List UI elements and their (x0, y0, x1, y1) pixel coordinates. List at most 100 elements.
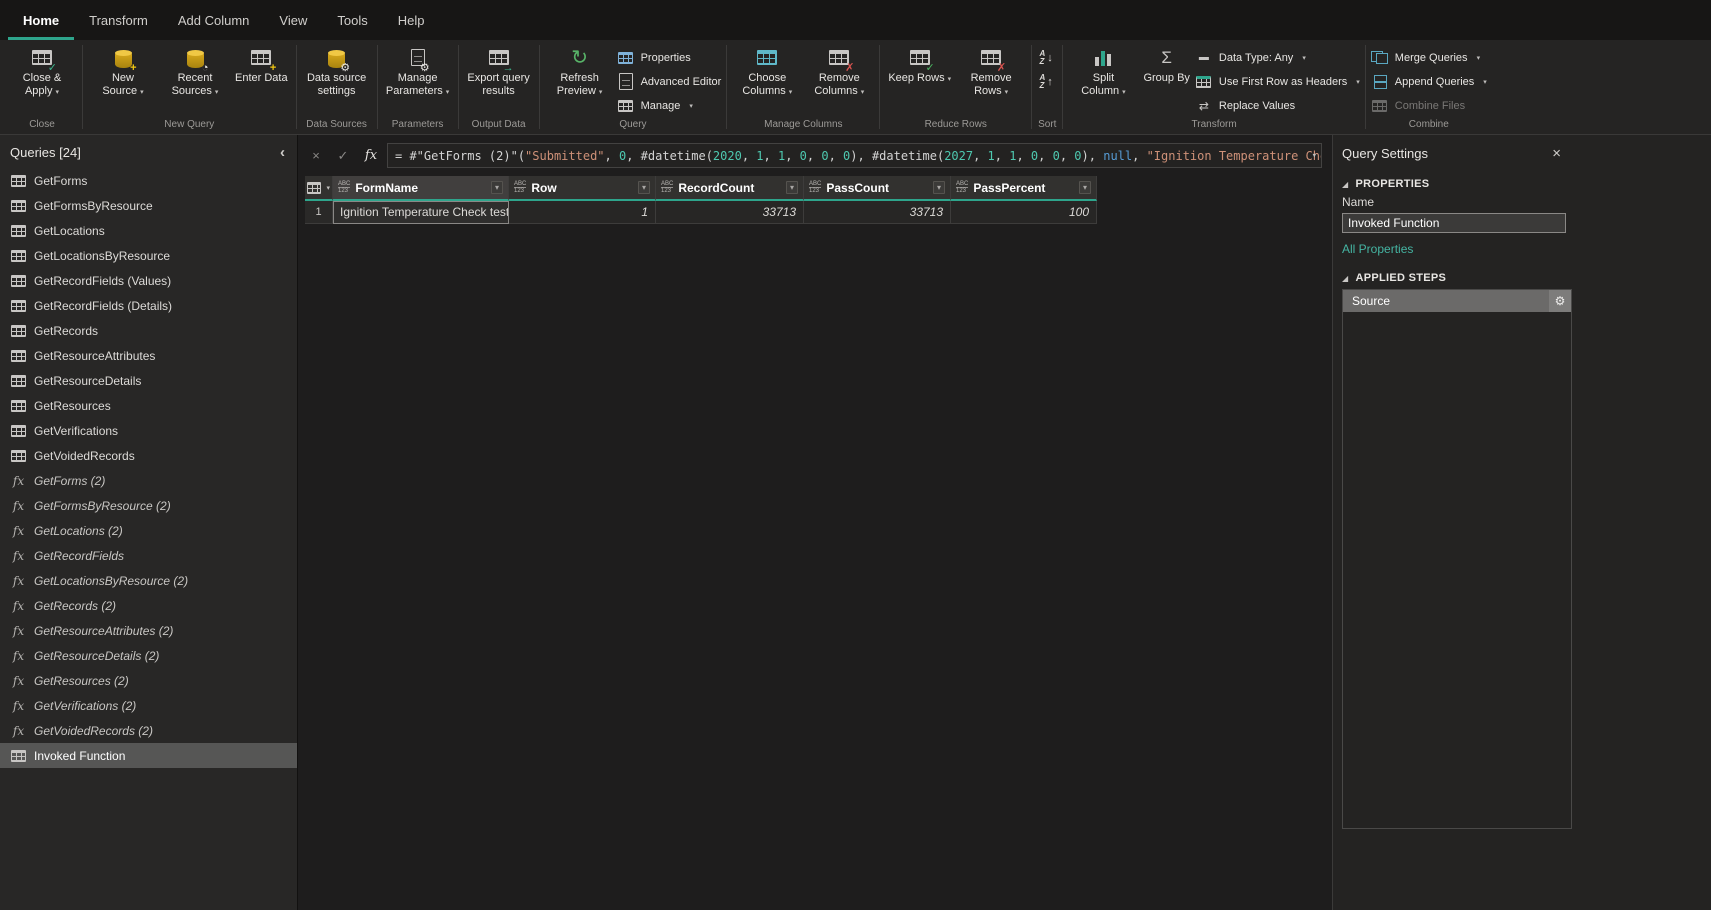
query-item-getresourcedetails[interactable]: GetResourceDetails (0, 368, 297, 393)
menu-tab-tools[interactable]: Tools (322, 0, 382, 40)
query-item-getforms[interactable]: GetForms (0, 168, 297, 193)
menu-tab-view[interactable]: View (264, 0, 322, 40)
column-filter-icon[interactable]: ▾ (785, 181, 798, 194)
column-header-passcount[interactable]: ABC 123 PassCount ▾ (804, 176, 951, 201)
queries-pane-header: Queries [24] ‹ (0, 135, 297, 168)
query-item-getformsbyresource[interactable]: GetFormsByResource (0, 193, 297, 218)
query-item-invoked-function[interactable]: Invoked Function (0, 743, 297, 768)
query-item-getresourceattributes[interactable]: GetResourceAttributes (0, 343, 297, 368)
query-name: GetFormsByResource (2) (34, 498, 171, 513)
fx-icon: fx (12, 523, 25, 538)
step-settings-gear-icon[interactable]: ⚙ (1549, 290, 1571, 312)
query-item-getverifications[interactable]: GetVerifications (0, 418, 297, 443)
refresh-preview-button[interactable]: ↻ Refresh Preview ▾ (545, 43, 615, 101)
cell-passcount[interactable]: 33713 (804, 201, 951, 224)
column-header-recordcount[interactable]: ABC 123 RecordCount ▾ (656, 176, 804, 201)
query-item-getforms-2[interactable]: fx GetForms (2) (0, 468, 297, 493)
query-item-getverifications-2[interactable]: fx GetVerifications (2) (0, 693, 297, 718)
formula-cancel-button[interactable]: × (304, 145, 328, 167)
query-name: GetVoidedRecords (34, 448, 135, 463)
manage-parameters-icon: ⚙ (410, 45, 430, 74)
export-query-results-button[interactable]: → Export query results (464, 43, 534, 100)
button-label: Properties (640, 51, 691, 64)
query-item-getrecordfields-values[interactable]: GetRecordFields (Values) (0, 268, 297, 293)
query-item-getrecordfields[interactable]: fx GetRecordFields (0, 543, 297, 568)
menu-tab-home[interactable]: Home (8, 0, 74, 40)
query-item-getresources-2[interactable]: fx GetResources (2) (0, 668, 297, 693)
column-header-passpercent[interactable]: ABC 123 PassPercent ▾ (951, 176, 1097, 201)
query-item-getvoidedrecords[interactable]: GetVoidedRecords (0, 443, 297, 468)
query-item-getrecords-2[interactable]: fx GetRecords (2) (0, 593, 297, 618)
split-column-button[interactable]: Split Column ▾ (1068, 43, 1138, 101)
menu-tab-transform[interactable]: Transform (74, 0, 163, 40)
query-item-getvoidedrecords-2[interactable]: fx GetVoidedRecords (2) (0, 718, 297, 743)
column-header-formname[interactable]: ABC 123 FormName ▾ (333, 176, 509, 201)
column-filter-icon[interactable]: ▾ (932, 181, 945, 194)
applied-step-source[interactable]: Source ⚙ (1343, 290, 1571, 312)
remove-rows-button[interactable]: ✗ Remove Rows ▾ (956, 43, 1026, 101)
enter-data-button[interactable]: + Enter Data (232, 43, 291, 87)
new-source-button[interactable]: + New Source ▾ (88, 43, 158, 101)
close-apply-button[interactable]: ✓ Close & Apply ▾ (7, 43, 77, 101)
datatype-any-icon: ABC 123 (661, 181, 674, 194)
recent-sources-button[interactable]: ◔ Recent Sources ▾ (160, 43, 230, 101)
query-name: GetResourceAttributes (34, 348, 156, 363)
ribbon-group-caption: Reduce Rows (924, 119, 987, 130)
query-item-getresources[interactable]: GetResources (0, 393, 297, 418)
manage-parameters-button[interactable]: ⚙ Manage Parameters ▾ (383, 43, 453, 101)
cell-row[interactable]: 1 (509, 201, 656, 224)
data-type-any-button[interactable]: ▬ Data Type: Any ▾ (1195, 48, 1360, 67)
remove-columns-button[interactable]: ✗ Remove Columns ▾ (804, 43, 874, 101)
sort-descending-button[interactable]: A Z ↑ (1037, 72, 1055, 91)
row-number[interactable]: 1 (305, 201, 333, 224)
grid-corner-cell[interactable]: ▾ (305, 176, 333, 201)
data-source-settings-button[interactable]: ⚙ Data source settings (302, 43, 372, 100)
query-item-getrecords[interactable]: GetRecords (0, 318, 297, 343)
query-item-getlocationsbyresource-2[interactable]: fx GetLocationsByResource (2) (0, 568, 297, 593)
dropdown-chevron-icon: ▾ (947, 76, 952, 83)
close-settings-icon[interactable]: × (1549, 145, 1564, 162)
column-filter-icon[interactable]: ▾ (637, 181, 650, 194)
menu-tab-add-column[interactable]: Add Column (163, 0, 265, 40)
query-item-getlocations[interactable]: GetLocations (0, 218, 297, 243)
column-header-row[interactable]: ABC 123 Row ▾ (509, 176, 656, 201)
table-icon (11, 349, 26, 362)
dropdown-chevron-icon: ▾ (1356, 78, 1360, 86)
menu-tab-help[interactable]: Help (383, 0, 440, 40)
query-item-getrecordfields-details[interactable]: GetRecordFields (Details) (0, 293, 297, 318)
sort-ascending-button[interactable]: A Z ↓ (1037, 48, 1055, 67)
button-label: Use First Row as Headers (1218, 75, 1348, 88)
column-filter-icon[interactable]: ▾ (1078, 181, 1091, 194)
choose-columns-button[interactable]: Choose Columns ▾ (732, 43, 802, 101)
keep-rows-button[interactable]: ✓ Keep Rows ▾ (885, 43, 954, 88)
append-queries-button[interactable]: Append Queries ▾ (1371, 72, 1487, 91)
query-item-getlocations-2[interactable]: fx GetLocations (2) (0, 518, 297, 543)
use-first-row-as-headers-button[interactable]: Use First Row as Headers ▾ (1195, 72, 1360, 91)
advanced-editor-button[interactable]: Advanced Editor (617, 72, 721, 91)
query-item-getlocationsbyresource[interactable]: GetLocationsByResource (0, 243, 297, 268)
query-name-input[interactable] (1342, 213, 1566, 233)
query-item-getresourcedetails-2[interactable]: fx GetResourceDetails (2) (0, 643, 297, 668)
properties-button[interactable]: Properties (617, 48, 722, 67)
table-icon (11, 424, 26, 437)
manage-button[interactable]: Manage ▾ (617, 96, 722, 115)
replace-values-button[interactable]: ⇄ Replace Values (1195, 96, 1360, 115)
query-item-getresourceattributes-2[interactable]: fx GetResourceAttributes (2) (0, 618, 297, 643)
column-filter-icon[interactable]: ▾ (490, 181, 503, 194)
merge-queries-button[interactable]: Merge Queries ▾ (1371, 48, 1487, 67)
cell-recordcount[interactable]: 33713 (656, 201, 804, 224)
all-properties-link[interactable]: All Properties (1342, 242, 1413, 256)
query-name: GetVerifications (2) (34, 698, 137, 713)
ribbon-group-transform: Split Column ▾ Σ Group By ▬ Data Type: Any ▾ Us… (1063, 40, 1364, 134)
cell-passpercent[interactable]: 100 (951, 201, 1097, 224)
applied-steps-section-header[interactable]: ◢ APPLIED STEPS (1342, 272, 1711, 284)
collapse-queries-pane-icon[interactable]: ‹ (278, 144, 287, 161)
table-icon (11, 199, 26, 212)
formula-input[interactable]: = #"GetForms (2)"("Submitted", 0, #datet… (387, 143, 1322, 168)
cell-formname[interactable]: Ignition Temperature Check test (333, 201, 509, 224)
properties-section-header[interactable]: ◢ PROPERTIES (1342, 178, 1711, 190)
query-item-getformsbyresource-2[interactable]: fx GetFormsByResource (2) (0, 493, 297, 518)
formula-expand-icon[interactable]: ▾ (1312, 144, 1317, 167)
group-by-button[interactable]: Σ Group By (1140, 43, 1192, 87)
formula-commit-button[interactable]: ✓ (331, 145, 355, 167)
